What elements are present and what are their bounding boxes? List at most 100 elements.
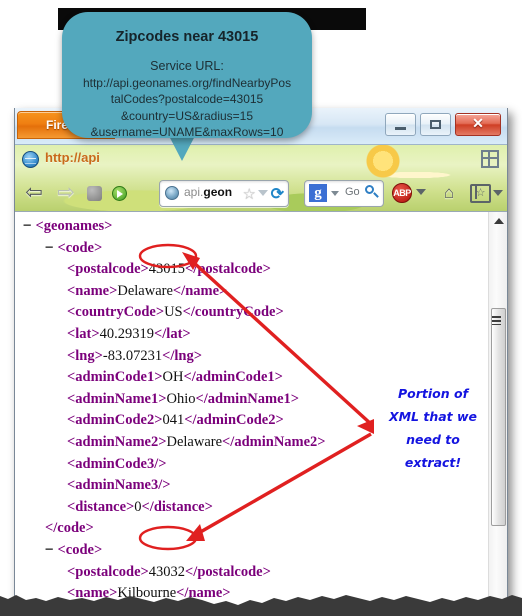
- xml-tag: <adminName1>: [67, 390, 167, 407]
- annotation-line-4: extract!: [404, 455, 462, 470]
- xml-tag: <code>: [57, 239, 103, 256]
- minimize-icon: [395, 127, 406, 130]
- extension-gray-icon[interactable]: [87, 186, 102, 201]
- scrollbar-thumb[interactable]: [491, 308, 506, 526]
- address-bar-text: api.geon: [184, 185, 233, 199]
- xml-tag: <adminCode2>: [67, 412, 163, 429]
- callout-url-line-2: talCodes?postalcode=43015: [110, 92, 264, 106]
- xml-collapse-toggle[interactable]: −: [23, 218, 36, 234]
- adblock-chevron-icon[interactable]: [416, 189, 426, 195]
- callout-subtitle: Service URL:: [150, 59, 224, 73]
- xml-value: 43015: [148, 261, 186, 278]
- scrollbar-grip-icon: [492, 316, 501, 325]
- annotation-line-1: Portion of: [397, 386, 469, 401]
- xml-value: -83.07231: [102, 347, 163, 364]
- xml-value: 0: [134, 498, 142, 515]
- address-globe-icon: [165, 186, 179, 200]
- vertical-scrollbar[interactable]: [488, 212, 507, 608]
- forward-arrow-icon[interactable]: ⇨: [55, 182, 77, 204]
- minimize-button[interactable]: [385, 113, 416, 136]
- adblock-plus-icon[interactable]: ABP: [392, 183, 412, 203]
- xml-tag: <geonames>: [35, 218, 113, 234]
- xml-line: <lng>-83.07231</lng>: [15, 346, 487, 368]
- xml-tag: </name>: [172, 282, 228, 299]
- google-logo-icon: g: [309, 184, 327, 202]
- close-icon: ✕: [472, 115, 484, 131]
- callout-url-line-1: http://api.geonames.org/findNearbyPos: [82, 75, 292, 90]
- page-grid-icon[interactable]: [481, 150, 499, 168]
- xml-tag: <distance>: [67, 498, 135, 515]
- screenshot-stage: Firefox ✕ http://api ⇦: [0, 0, 522, 616]
- xml-value: Delaware: [117, 282, 173, 299]
- chevron-down-icon[interactable]: [258, 190, 268, 196]
- callout-url-line-3: &country=US&radius=15: [120, 108, 254, 123]
- xml-tag: <code>: [57, 541, 103, 558]
- xml-tag: </code>: [45, 520, 94, 537]
- xml-line: <distance>0</distance>: [15, 497, 487, 519]
- xml-collapse-toggle[interactable]: −: [45, 542, 58, 558]
- callout-title: Zipcodes near 43015: [115, 29, 259, 45]
- xml-tag: <postalcode>: [67, 563, 149, 580]
- torn-edge-shape: [0, 595, 522, 616]
- xml-line: <lat>40.29319</lat>: [15, 324, 487, 346]
- torn-paper-edge: [0, 595, 522, 616]
- annotation-note: Portion of XML that we need to extract!: [378, 382, 488, 474]
- xml-tag: </adminName1>: [195, 390, 300, 407]
- xml-tag: <adminCode1>: [67, 369, 163, 386]
- xml-line: − <geonames>: [15, 216, 487, 238]
- firefox-window: Firefox ✕ http://api ⇦: [14, 108, 508, 609]
- xml-tag: <lng>: [67, 347, 103, 364]
- address-bar[interactable]: api.geon ☆ ⟳: [159, 180, 289, 207]
- search-input[interactable]: Go: [345, 186, 361, 198]
- xml-tag: </lng>: [162, 347, 202, 364]
- xml-value: 041: [162, 412, 185, 429]
- search-icon[interactable]: [364, 185, 379, 200]
- xml-line: <postalcode>43015</postalcode>: [15, 259, 487, 281]
- xml-line: <postalcode>43032</postalcode>: [15, 562, 487, 584]
- window-controls: ✕: [385, 113, 501, 136]
- xml-value: 43032: [148, 563, 186, 580]
- bookmarks-sidebar-icon[interactable]: ☆: [470, 184, 491, 203]
- annotation-line-2: XML that we: [388, 409, 478, 424]
- xml-tag: </adminCode2>: [184, 412, 284, 429]
- maximize-button[interactable]: [420, 113, 451, 136]
- xml-line: <countryCode>US</countryCode>: [15, 302, 487, 324]
- xml-value: OH: [162, 369, 184, 386]
- callout-url-line-4: &username=UNAME&maxRows=10: [90, 125, 284, 139]
- xml-tag: <countryCode>: [67, 304, 165, 321]
- bookmarks-chevron-icon[interactable]: [493, 190, 503, 196]
- reload-icon[interactable]: ⟳: [271, 184, 284, 204]
- close-button[interactable]: ✕: [455, 113, 501, 136]
- site-globe-icon: [22, 151, 39, 168]
- callout-bubble: Zipcodes near 43015 Service URL: http://…: [62, 12, 312, 139]
- xml-tag: </lat>: [154, 325, 191, 342]
- search-engine-chevron-icon[interactable]: [331, 191, 339, 196]
- xml-tag: </postalcode>: [185, 563, 271, 580]
- xml-value: Ohio: [166, 390, 196, 407]
- xml-value: Delaware: [166, 433, 223, 450]
- xml-tag: <name>: [67, 282, 118, 299]
- browser-toolbar: ⇦ ⇨ api.geon ☆ ⟳ g Go ABP ⌂ ☆: [15, 175, 507, 211]
- xml-value: 40.29319: [99, 325, 155, 342]
- xml-tag: </adminCode1>: [183, 369, 283, 386]
- scroll-up-arrow-icon[interactable]: [494, 218, 504, 224]
- xml-tag: <lat>: [67, 325, 100, 342]
- xml-tag: </adminName2>: [222, 433, 326, 450]
- xml-tag: </postalcode>: [185, 261, 271, 278]
- annotation-line-3: need to: [406, 432, 460, 447]
- home-icon[interactable]: ⌂: [439, 184, 459, 202]
- bookmark-star-icon[interactable]: ☆: [243, 185, 256, 203]
- search-box[interactable]: g Go: [304, 180, 384, 207]
- back-arrow-icon[interactable]: ⇦: [23, 182, 45, 204]
- xml-line: − <code>: [15, 238, 487, 260]
- xml-collapse-toggle[interactable]: −: [45, 240, 58, 256]
- xml-tag: <adminCode3/>: [67, 455, 167, 472]
- maximize-icon: [430, 120, 441, 129]
- extension-green-play-icon[interactable]: [112, 186, 127, 201]
- xml-tag: <postalcode>: [67, 261, 149, 278]
- xml-line: <name>Delaware</name>: [15, 281, 487, 303]
- xml-tag: </countryCode>: [182, 304, 284, 321]
- persona-url-text: http://api: [45, 150, 100, 165]
- persona-url-row: http://api: [15, 145, 507, 175]
- xml-tag: <adminName2>: [67, 433, 167, 450]
